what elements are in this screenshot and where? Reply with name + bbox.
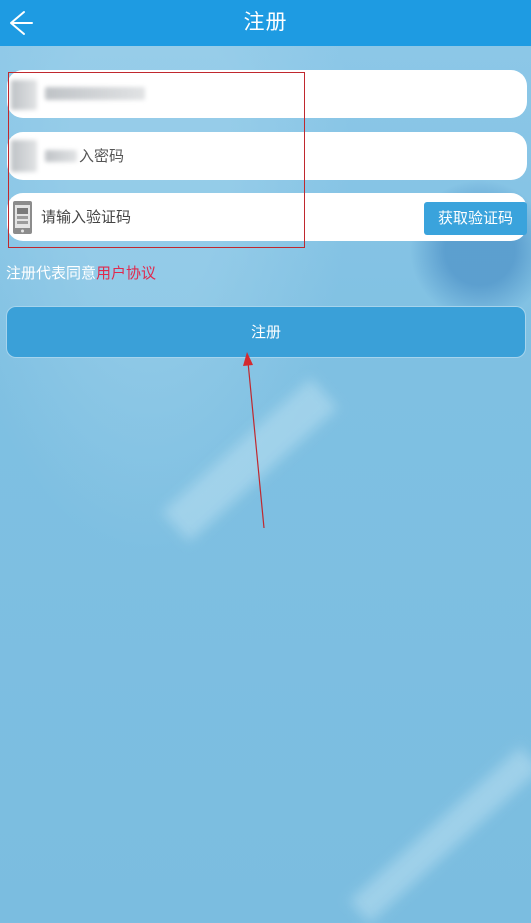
register-button[interactable]: 注册: [6, 306, 526, 358]
get-code-button[interactable]: 获取验证码: [424, 202, 527, 235]
header-bar: 注册: [0, 0, 531, 46]
agreement-prefix: 注册代表同意: [6, 264, 97, 282]
password-field[interactable]: 入密码: [7, 132, 527, 180]
phone-input-placeholder: [45, 87, 145, 100]
phone-icon: [13, 201, 32, 234]
password-input-placeholder: [45, 150, 77, 162]
user-agreement-link[interactable]: 用户协议: [96, 264, 156, 282]
phone-field[interactable]: [7, 70, 527, 118]
password-placeholder-visible: 入密码: [79, 147, 125, 165]
blurred-icon: [11, 80, 37, 110]
agreement-text: 注册代表同意用户协议: [6, 262, 156, 283]
code-input-placeholder: 请输入验证码: [41, 208, 132, 226]
blurred-icon: [11, 140, 37, 172]
page-title: 注册: [243, 10, 288, 34]
verification-code-field[interactable]: 请输入验证码 获取验证码: [7, 193, 527, 241]
